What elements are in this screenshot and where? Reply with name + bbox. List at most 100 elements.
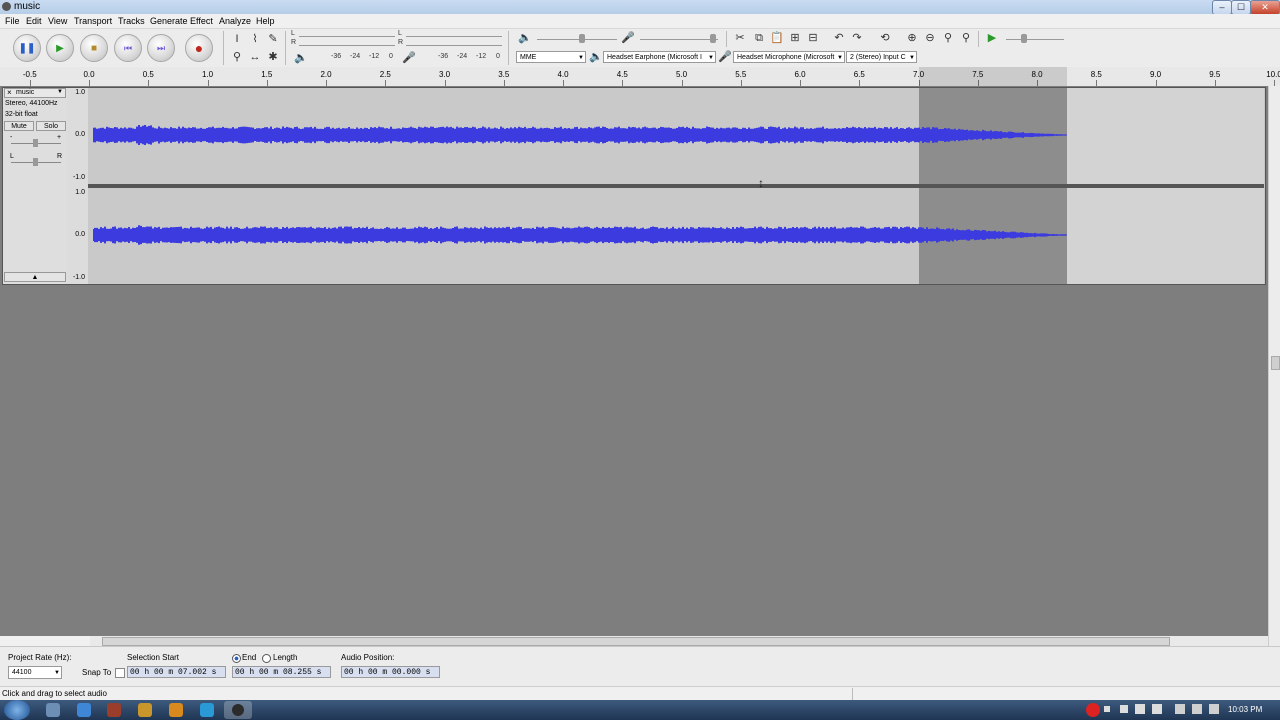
audio-host-select[interactable]: MME ▼ [516,51,586,63]
skip-end-button[interactable]: ⏭ [147,34,175,62]
silence-icon[interactable]: ⊟ [805,30,821,46]
length-radio[interactable] [262,654,271,663]
meter-record-left-label: L [398,30,402,37]
paste-icon[interactable]: 📋 [769,30,785,46]
ruler-label: 5.0 [675,70,688,79]
menu-tracks[interactable]: Tracks [118,16,145,26]
redo-icon[interactable]: ↷ [849,30,865,46]
empty-track-region[interactable] [1067,88,1264,184]
track-name-dropdown[interactable]: × music ▼ [4,88,66,98]
output-volume-icon: 🔈 [518,32,532,44]
close-button[interactable]: ✕ [1250,0,1280,15]
output-device-select[interactable]: Headset Earphone (Microsoft I ▼ [603,51,716,63]
start-button[interactable] [4,700,30,720]
sync-lock-icon[interactable]: ⟲ [877,30,893,46]
waveform-right [93,225,1067,245]
collapse-track-button[interactable]: ▲ [4,272,66,282]
selection-start-field[interactable]: 00 h 00 m 07.002 s [127,666,226,678]
vertical-scrollbar[interactable] [1268,86,1280,646]
skip-start-button[interactable]: ⏮ [114,34,142,62]
project-rate-select[interactable]: 44100 ▼ [8,666,62,679]
fit-project-icon[interactable]: ⚲ [958,30,974,46]
microphone-icon[interactable]: 🎤 [401,50,417,66]
input-device-value: Headset Microphone (Microsoft [737,54,835,61]
timeshift-tool-icon[interactable]: ↔ [247,49,263,65]
menu-transport[interactable]: Transport [74,16,112,26]
pause-button[interactable]: ❚❚ [13,34,41,62]
horizontal-scrollbar[interactable] [90,636,1268,646]
multi-tool-icon[interactable]: ✱ [265,49,281,65]
record-tray-icon[interactable] [1086,703,1100,717]
menu-help[interactable]: Help [256,16,275,26]
record-button[interactable]: ● [185,34,213,62]
pan-slider-thumb[interactable] [33,158,38,166]
explorer-icon[interactable] [46,703,60,717]
audio-position-field[interactable]: 00 h 00 m 00.000 s [341,666,440,678]
menu-analyze[interactable]: Analyze [219,16,251,26]
trim-icon[interactable]: ⊞ [787,30,803,46]
menu-effect[interactable]: Effect [190,16,213,26]
tray-icon[interactable] [1135,704,1145,714]
undo-icon[interactable]: ↶ [831,30,847,46]
timeline-ruler[interactable]: -0.5 0.0 0.5 1.0 1.5 2.0 2.5 3.0 3.5 4.0 4.5 5.0 5.5… [0,67,1280,87]
play-speed-thumb[interactable] [1021,34,1027,43]
zoom-out-icon[interactable]: ⊖ [922,30,938,46]
ie-icon[interactable] [77,703,91,717]
clock[interactable]: 10:03 PM [1228,705,1262,714]
input-volume-slider[interactable] [640,39,718,40]
input-channels-select[interactable]: 2 (Stereo) Input C ▼ [846,51,917,63]
volume-icon[interactable] [1192,704,1202,714]
gain-plus-label: + [57,134,62,141]
skype-icon[interactable] [200,703,214,717]
copy-icon[interactable]: ⧉ [751,30,767,46]
menu-edit[interactable]: Edit [26,16,42,26]
input-device-select[interactable]: Headset Microphone (Microsoft ▼ [733,51,845,63]
vertical-scrollbar-thumb[interactable] [1271,356,1280,370]
envelope-tool-icon[interactable]: ⌇ [247,31,263,47]
output-volume-slider[interactable] [537,39,617,40]
stop-tray-icon[interactable] [1104,706,1110,712]
menu-generate[interactable]: Generate [150,16,188,26]
draw-tool-icon[interactable]: ✎ [265,31,281,47]
speaker-icon[interactable]: 🔈 [293,50,309,66]
close-icon[interactable]: × [7,88,12,97]
length-label: Length [273,653,298,662]
zoom-tool-icon[interactable]: ⚲ [229,49,245,65]
maximize-button[interactable]: ☐ [1231,0,1251,15]
folder-icon[interactable] [169,703,183,717]
mute-button[interactable]: Mute [4,121,34,131]
tray-icon[interactable] [1120,705,1128,713]
toolbar-area: ❚❚ ▶ ■ ⏮ ⏭ ● I ⌇ ✎ ⚲ ↔ ✱ L R 🔈 -36 -24 -… [0,28,1280,68]
meter-scale-label: 0 [496,53,500,60]
selection-tool-icon[interactable]: I [229,31,245,47]
menu-file[interactable]: File [5,16,20,26]
chrome-icon[interactable] [138,703,152,717]
tray-icon[interactable] [1152,704,1162,714]
empty-track-region[interactable] [1067,188,1264,284]
output-volume-thumb[interactable] [579,34,585,43]
pan-left-label: L [10,153,14,160]
horizontal-scrollbar-thumb[interactable] [102,637,1170,646]
audacity-taskbar-button[interactable] [224,701,252,719]
selection-end-field[interactable]: 00 h 00 m 08.255 s [232,666,331,678]
play-at-speed-icon[interactable]: ▶ [984,30,1000,46]
skip-end-icon: ⏭ [156,42,166,53]
skip-start-icon: ⏮ [123,42,133,53]
snap-to-checkbox[interactable] [115,668,125,678]
end-radio[interactable] [232,654,241,663]
network-icon[interactable] [1175,704,1185,714]
cut-icon[interactable]: ✂ [732,30,748,46]
menu-view[interactable]: View [48,16,67,26]
solo-button[interactable]: Solo [36,121,66,131]
project-rate-label: Project Rate (Hz): [8,653,72,662]
media-icon[interactable] [107,703,121,717]
play-speed-slider[interactable] [1006,39,1064,40]
minimize-button[interactable]: – [1212,0,1232,15]
zoom-in-icon[interactable]: ⊕ [904,30,920,46]
fit-selection-icon[interactable]: ⚲ [940,30,956,46]
gain-slider-thumb[interactable] [33,139,38,147]
input-volume-thumb[interactable] [710,34,716,43]
play-button[interactable]: ▶ [46,34,74,62]
stop-button[interactable]: ■ [80,34,108,62]
flag-icon[interactable] [1209,704,1219,714]
